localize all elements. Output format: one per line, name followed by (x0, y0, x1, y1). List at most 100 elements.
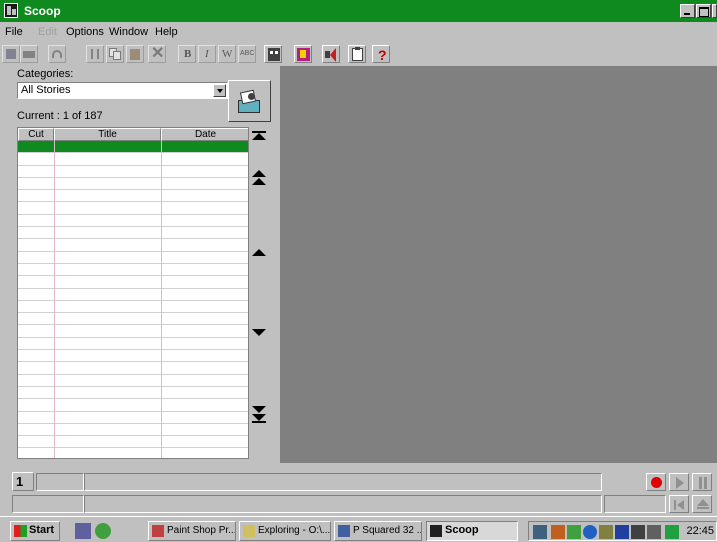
folder-icon (243, 525, 255, 537)
tray-app-icon[interactable] (599, 525, 613, 539)
tray-app-icon[interactable] (631, 525, 645, 539)
table-row[interactable] (18, 412, 248, 424)
progress-field (84, 495, 602, 513)
network-icon[interactable] (533, 525, 547, 539)
menu-bar: File Edit Options Window Help (0, 22, 717, 42)
fetch-stories-button[interactable] (228, 80, 271, 122)
building-icon[interactable] (264, 45, 282, 63)
column-cut[interactable]: Cut (18, 128, 54, 141)
table-row[interactable] (18, 252, 248, 264)
column-date[interactable]: Date (161, 128, 248, 141)
magnifier-icon[interactable] (583, 525, 597, 539)
column-divider (54, 141, 55, 458)
task-p-squared[interactable]: P Squared 32 ... (334, 521, 422, 541)
task-label: P Squared 32 ... (353, 525, 422, 536)
table-row[interactable] (18, 190, 248, 203)
menu-edit[interactable]: Edit (38, 26, 57, 38)
cut-icon[interactable] (86, 45, 104, 63)
speaker-icon[interactable] (322, 45, 340, 63)
table-row[interactable] (18, 178, 248, 191)
pause-button[interactable] (692, 473, 712, 491)
title-bar[interactable]: Scoop (0, 0, 717, 22)
menu-file[interactable]: File (5, 26, 23, 38)
tray-app-icon[interactable] (551, 525, 565, 539)
status-field (36, 473, 84, 491)
scoop-app-icon[interactable] (4, 3, 18, 18)
close-button[interactable] (712, 4, 717, 18)
table-row[interactable] (18, 289, 248, 301)
minimize-button[interactable] (680, 4, 695, 18)
task-label: Paint Shop Pr... (167, 525, 236, 536)
first-story-button[interactable] (252, 131, 266, 140)
undo-icon[interactable] (48, 45, 66, 63)
help-icon[interactable]: ? (372, 45, 390, 63)
page-up-button[interactable] (252, 170, 266, 185)
table-row[interactable] (18, 436, 248, 449)
table-row[interactable] (18, 399, 248, 412)
tray-app-icon[interactable] (665, 525, 679, 539)
tray-app-icon[interactable] (567, 525, 581, 539)
table-row[interactable] (18, 301, 248, 314)
bold-icon[interactable]: B (178, 45, 196, 63)
record-button[interactable] (646, 473, 666, 491)
next-story-button[interactable] (252, 329, 266, 336)
news-fetch-icon (236, 89, 262, 114)
table-row[interactable] (18, 141, 248, 154)
table-row[interactable] (18, 166, 248, 178)
paint-shop-icon (152, 525, 164, 537)
table-row[interactable] (18, 276, 248, 289)
table-row[interactable] (18, 227, 248, 240)
delete-icon[interactable]: ✕ (148, 45, 166, 63)
table-row[interactable] (18, 362, 248, 375)
chevron-down-icon[interactable] (213, 84, 226, 97)
eject-button[interactable] (692, 495, 712, 513)
internet-explorer-icon[interactable] (95, 523, 111, 539)
start-button[interactable]: Start (10, 521, 60, 541)
print-icon[interactable] (20, 45, 38, 63)
word-icon[interactable]: W (218, 45, 236, 63)
table-row[interactable] (18, 202, 248, 215)
story-list[interactable]: Cut Title Date (17, 127, 249, 459)
table-row[interactable] (18, 313, 248, 326)
table-row[interactable] (18, 325, 248, 338)
menu-help[interactable]: Help (155, 26, 178, 38)
paste-icon[interactable] (126, 45, 144, 63)
category-dropdown[interactable]: All Stories (17, 82, 228, 99)
menu-options[interactable]: Options (66, 26, 104, 38)
start-label: Start (29, 524, 55, 536)
rewind-button[interactable] (669, 495, 689, 513)
copy-icon[interactable] (106, 45, 124, 63)
italic-icon[interactable]: I (198, 45, 216, 63)
tray-app-icon[interactable] (647, 525, 661, 539)
table-row[interactable] (18, 424, 248, 437)
column-title[interactable]: Title (54, 128, 161, 141)
table-row[interactable] (18, 338, 248, 351)
status-panel: 1 (0, 465, 717, 515)
tray-app-icon[interactable] (615, 525, 629, 539)
save-icon[interactable] (2, 45, 20, 63)
status-field (604, 495, 666, 513)
table-row[interactable] (18, 387, 248, 400)
page-number: 1 (12, 472, 34, 491)
table-row[interactable] (18, 264, 248, 277)
table-row[interactable] (18, 215, 248, 228)
table-row[interactable] (18, 239, 248, 252)
table-row[interactable] (18, 375, 248, 387)
category-value: All Stories (21, 84, 71, 96)
clock[interactable]: 22:45 (686, 525, 714, 537)
quick-launch-icon[interactable] (75, 523, 91, 539)
spell-icon[interactable]: ABC (238, 45, 256, 63)
play-button[interactable] (669, 473, 689, 491)
task-label: Scoop (445, 524, 479, 536)
clipboard-icon[interactable] (348, 45, 366, 63)
maximize-button[interactable] (696, 4, 711, 18)
task-exploring[interactable]: Exploring - O:\... (239, 521, 331, 541)
table-row[interactable] (18, 153, 248, 166)
table-row[interactable] (18, 350, 248, 363)
previous-story-button[interactable] (252, 249, 266, 256)
task-scoop[interactable]: Scoop (426, 521, 518, 541)
last-story-button[interactable] (252, 406, 266, 423)
menu-window[interactable]: Window (109, 26, 148, 38)
task-paint-shop-pro[interactable]: Paint Shop Pr... (148, 521, 236, 541)
book-icon[interactable] (294, 45, 312, 63)
